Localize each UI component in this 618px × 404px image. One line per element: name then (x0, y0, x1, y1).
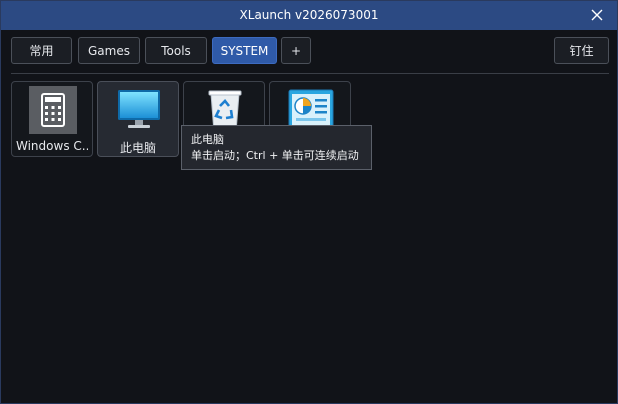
tab-system[interactable]: SYSTEM (212, 37, 277, 64)
tooltip-title: 此电脑 (191, 133, 224, 146)
app-label: 此电脑 (119, 141, 156, 155)
pin-button[interactable]: 钉住 (554, 37, 609, 64)
app-tile-calculator[interactable]: Windows C... (11, 81, 93, 157)
window-title: XLaunch v2026073001 (239, 8, 379, 22)
launcher-window: XLaunch v2026073001 常用 Games Tools SYSTE… (0, 0, 618, 404)
divider (11, 73, 609, 74)
title-bar[interactable]: XLaunch v2026073001 (1, 1, 617, 30)
add-tab-button[interactable]: + (281, 37, 311, 64)
app-label: Windows C... (16, 139, 88, 153)
tab-games[interactable]: Games (78, 37, 140, 64)
monitor-icon (118, 90, 160, 128)
app-tile-this-pc[interactable]: 此电脑 (97, 81, 179, 157)
tooltip-hint: 单击启动；Ctrl + 单击可连续启动 (191, 149, 359, 162)
calculator-icon (29, 86, 77, 134)
close-button[interactable] (587, 5, 607, 25)
close-icon (591, 9, 603, 21)
tooltip: 此电脑 单击启动；Ctrl + 单击可连续启动 (181, 125, 372, 170)
tab-tools[interactable]: Tools (145, 37, 207, 64)
tab-common[interactable]: 常用 (11, 37, 72, 64)
